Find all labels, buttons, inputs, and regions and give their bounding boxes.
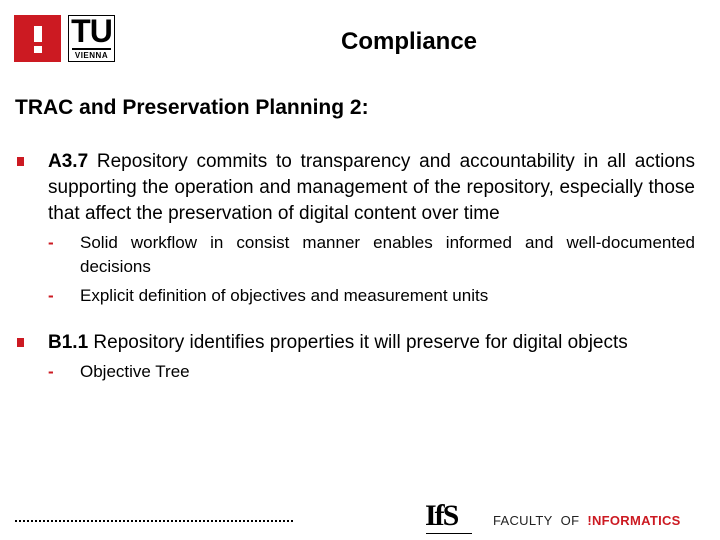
dash-marker-icon: - xyxy=(48,286,54,305)
ifs-logo-underline xyxy=(426,533,472,534)
faculty-of-informatics-logo: FACULTY OF !NFORMATICS xyxy=(493,513,681,528)
sub-item: - Explicit definition of objectives and … xyxy=(48,284,695,308)
sub-item-text: Objective Tree xyxy=(80,362,190,381)
bullet-code: A3.7 xyxy=(48,151,89,172)
sub-item: - Objective Tree xyxy=(48,360,695,384)
page-title: Compliance xyxy=(340,28,478,55)
dash-marker-icon: - xyxy=(48,233,54,252)
informatics-text: !NFORMATICS xyxy=(587,513,681,528)
ifs-logo-text: IfS xyxy=(425,499,459,532)
sub-item-text: Explicit definition of objectives and me… xyxy=(80,286,489,305)
bullet-code: B1.1 xyxy=(48,332,89,353)
faculty-text: FACULTY xyxy=(493,513,553,528)
sub-list: - Solid workflow in consist manner enabl… xyxy=(48,231,695,308)
bullet-list: A3.7 Repository commits to transparency … xyxy=(15,149,695,389)
bullet-text: Repository commits to transparency and a… xyxy=(48,151,695,224)
bullet-item-b11: B1.1 Repository identifies properties it… xyxy=(15,330,695,384)
slide-subtitle: TRAC and Preservation Planning 2: xyxy=(15,96,369,119)
ifs-logo: IfS xyxy=(425,500,475,536)
dash-marker-icon: - xyxy=(48,362,54,381)
bullet-marker-icon xyxy=(17,157,24,166)
footer-dotted-rule xyxy=(15,520,293,522)
bullet-text: Repository identifies properties it will… xyxy=(88,332,628,353)
sub-item-text: Solid workflow in consist manner enables… xyxy=(80,233,695,276)
of-text: OF xyxy=(560,513,580,528)
bullet-marker-icon xyxy=(17,338,24,347)
sub-list: - Objective Tree xyxy=(48,360,695,384)
sub-item: - Solid workflow in consist manner enabl… xyxy=(48,231,695,279)
bullet-item-a37: A3.7 Repository commits to transparency … xyxy=(15,149,695,308)
